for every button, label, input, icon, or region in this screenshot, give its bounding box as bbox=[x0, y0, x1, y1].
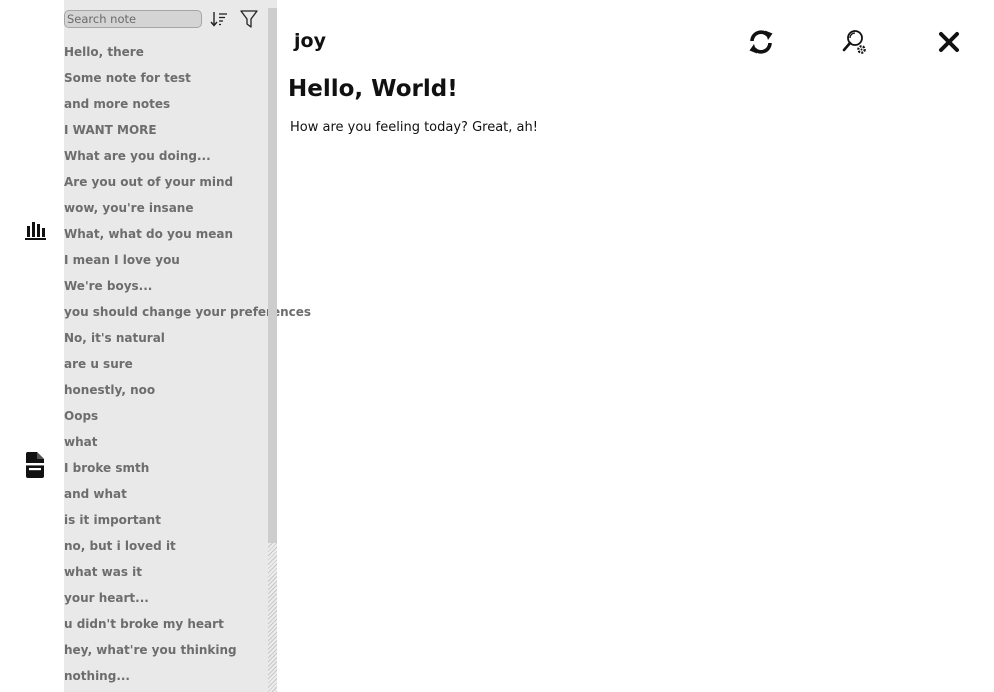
note-title[interactable]: joy bbox=[294, 30, 326, 52]
note-list-item[interactable]: I broke smth bbox=[64, 455, 268, 481]
note-list-item[interactable]: Hello, there bbox=[64, 39, 268, 65]
notes-sidebar: Hello, thereSome note for testand more n… bbox=[64, 0, 311, 692]
note-list-item[interactable]: and more notes bbox=[64, 91, 268, 117]
note-list-item[interactable]: your heart... bbox=[64, 585, 268, 611]
note-list-item[interactable]: are u sure bbox=[64, 351, 268, 377]
close-button[interactable] bbox=[935, 28, 963, 56]
note-list-item[interactable]: and what bbox=[64, 481, 268, 507]
note-list-item[interactable]: What, what do you mean bbox=[64, 221, 268, 247]
note-list-item[interactable]: what was it bbox=[64, 559, 268, 585]
notes-button[interactable] bbox=[22, 450, 48, 480]
nav-rail bbox=[0, 0, 64, 692]
note-list-item[interactable]: Some note for test bbox=[64, 65, 268, 91]
close-icon bbox=[939, 32, 959, 52]
note-editor: joy Hello, World! How are you feeling to… bbox=[277, 0, 994, 692]
note-list-item[interactable]: hey, what're you thinking bbox=[64, 637, 268, 663]
search-settings-icon bbox=[842, 30, 866, 54]
filter-button[interactable] bbox=[238, 8, 260, 30]
filter-icon bbox=[240, 10, 258, 28]
statistics-button[interactable] bbox=[22, 215, 48, 245]
note-list-item[interactable]: u didn't broke my heart bbox=[64, 611, 268, 637]
note-list-item[interactable]: wow, you're insane bbox=[64, 195, 268, 221]
scrollbar-thumb[interactable] bbox=[268, 8, 277, 543]
note-list-item[interactable]: Oops bbox=[64, 403, 268, 429]
note-list-item[interactable]: Are you out of your mind bbox=[64, 169, 268, 195]
bar-chart-icon bbox=[25, 222, 46, 240]
file-note-icon bbox=[24, 452, 46, 478]
app-window: Hello, thereSome note for testand more n… bbox=[0, 0, 994, 692]
sort-button[interactable] bbox=[208, 8, 230, 30]
search-settings-button[interactable] bbox=[841, 28, 869, 56]
sidebar-scrollbar[interactable] bbox=[268, 8, 277, 692]
note-list: Hello, there Some note for test and more n… bbox=[64, 39, 311, 689]
note-list-item[interactable]: What are you doing... bbox=[64, 143, 268, 169]
note-list-item[interactable]: No, it's natural bbox=[64, 325, 268, 351]
note-list-item[interactable]: honestly, noo bbox=[64, 377, 268, 403]
search-toolbar bbox=[64, 8, 269, 32]
note-list-item[interactable]: no, but i loved it bbox=[64, 533, 268, 559]
note-list-item[interactable]: I mean I love you bbox=[64, 247, 268, 273]
search-input[interactable] bbox=[64, 10, 202, 28]
note-list-item[interactable]: is it important bbox=[64, 507, 268, 533]
sync-button[interactable] bbox=[747, 28, 775, 56]
note-list-item[interactable]: nothing... bbox=[64, 663, 268, 689]
note-heading[interactable]: Hello, World! bbox=[288, 76, 458, 102]
note-list-item[interactable]: what bbox=[64, 429, 268, 455]
note-list-item[interactable]: We're boys... bbox=[64, 273, 268, 299]
note-body[interactable]: How are you feeling today? Great, ah! bbox=[290, 120, 538, 135]
sort-descending-icon bbox=[210, 12, 227, 27]
sync-icon bbox=[749, 30, 773, 54]
note-list-item[interactable]: I WANT MORE bbox=[64, 117, 268, 143]
note-list-item[interactable]: you should change your preferences bbox=[64, 299, 311, 325]
